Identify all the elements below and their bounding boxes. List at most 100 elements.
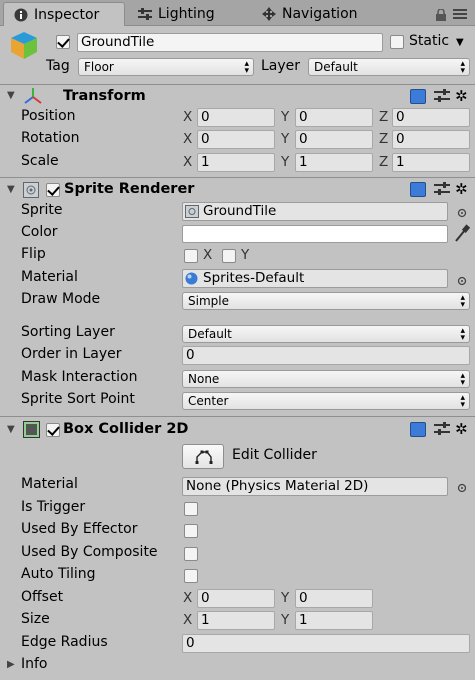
gameobject-name-input[interactable]: GroundTile [77, 33, 383, 52]
transform-foldout-icon[interactable]: ▼ [7, 90, 15, 101]
tag-label: Tag [46, 58, 70, 74]
active-checkbox[interactable] [56, 35, 70, 49]
sprite-renderer-foldout-icon[interactable]: ▼ [7, 184, 15, 195]
object-picker-icon[interactable] [457, 274, 467, 290]
sorting-layer-value: Default [188, 327, 232, 341]
lock-icon[interactable] [436, 8, 446, 25]
used-by-composite-checkbox[interactable] [184, 547, 198, 561]
order-in-layer-label: Order in Layer [21, 346, 122, 362]
navigation-icon [262, 7, 276, 21]
flip-x-checkbox[interactable] [184, 249, 198, 263]
size-label: Size [21, 611, 50, 627]
material-value: Sprites-Default [203, 270, 305, 286]
box-collider-foldout-icon[interactable]: ▼ [7, 424, 15, 435]
layer-value: Default [314, 60, 358, 74]
axis-y-label: Y [281, 154, 290, 170]
scale-z-field[interactable]: 1 [392, 153, 470, 172]
preset-icon[interactable] [434, 89, 450, 108]
help-icon[interactable] [410, 89, 426, 104]
used-by-effector-checkbox[interactable] [184, 524, 198, 538]
sprite-sort-point-value: Center [188, 394, 229, 408]
object-picker-icon[interactable] [457, 481, 467, 497]
sprite-label: Sprite [21, 202, 63, 218]
preset-icon[interactable] [434, 422, 450, 441]
dropdown-arrow-icon: ▴ ▾ [460, 393, 465, 410]
mask-interaction-label: Mask Interaction [21, 369, 138, 385]
object-picker-icon[interactable] [457, 206, 467, 222]
rotation-label: Rotation [21, 130, 80, 146]
order-in-layer-field[interactable]: 0 [182, 346, 470, 365]
axis-z-label: Z [379, 131, 389, 147]
sprite-sort-point-label: Sprite Sort Point [21, 391, 135, 407]
color-swatch[interactable] [182, 225, 448, 243]
gear-icon[interactable]: ✲ [455, 180, 468, 198]
edit-collider-button[interactable] [182, 444, 224, 469]
offset-y-field[interactable]: 0 [295, 589, 373, 608]
tab-inspector[interactable]: Inspector [3, 2, 125, 26]
draw-mode-dropdown[interactable]: Simple ▴ ▾ [182, 292, 470, 310]
used-by-composite-label: Used By Composite [21, 544, 158, 560]
position-y-field[interactable]: 0 [295, 108, 373, 127]
flip-label: Flip [21, 246, 46, 262]
box-collider-title: Box Collider 2D [63, 421, 189, 437]
edge-radius-label: Edge Radius [21, 634, 108, 650]
draw-mode-label: Draw Mode [21, 291, 101, 307]
sprite-value: GroundTile [203, 203, 277, 219]
axis-z-label: Z [379, 109, 389, 125]
info-foldout-icon[interactable]: ▶ [7, 659, 15, 670]
material-field[interactable]: Sprites-Default [182, 269, 448, 288]
sprite-renderer-icon [23, 182, 40, 202]
size-x-field[interactable]: 1 [197, 611, 275, 630]
axis-y-label: Y [281, 612, 290, 628]
scale-label: Scale [21, 153, 59, 169]
static-checkbox[interactable] [390, 35, 404, 49]
axis-y-label: Y [281, 131, 290, 147]
scale-x-field[interactable]: 1 [197, 153, 275, 172]
divider [0, 177, 475, 178]
size-y-field[interactable]: 1 [295, 611, 373, 630]
sprite-field[interactable]: GroundTile [182, 202, 448, 221]
auto-tiling-checkbox[interactable] [184, 569, 198, 583]
tag-dropdown[interactable]: Floor ▴ ▾ [78, 58, 254, 76]
box-collider-enabled-checkbox[interactable] [46, 423, 60, 437]
dropdown-arrow-icon: ▴ ▾ [460, 371, 465, 388]
dropdown-arrow-icon: ▴ ▾ [244, 59, 249, 76]
sorting-layer-label: Sorting Layer [21, 324, 115, 340]
rotation-y-field[interactable]: 0 [295, 130, 373, 149]
is-trigger-checkbox[interactable] [184, 502, 198, 516]
collider-material-field[interactable]: None (Physics Material 2D) [182, 477, 448, 496]
axis-z-label: Z [379, 154, 389, 170]
edge-radius-field[interactable]: 0 [182, 634, 470, 653]
eyedropper-icon[interactable] [454, 224, 471, 246]
help-icon[interactable] [410, 182, 426, 197]
layer-dropdown[interactable]: Default ▴ ▾ [308, 58, 470, 76]
box-collider-icon [23, 421, 40, 442]
scale-y-field[interactable]: 1 [295, 153, 373, 172]
rotation-x-field[interactable]: 0 [197, 130, 275, 149]
axis-x-label: X [183, 612, 193, 628]
preset-icon[interactable] [434, 182, 450, 201]
gear-icon[interactable]: ✲ [455, 87, 468, 105]
position-z-field[interactable]: 0 [392, 108, 470, 127]
menu-icon[interactable] [453, 8, 467, 24]
tab-lighting[interactable]: Lighting [138, 2, 248, 26]
tab-navigation[interactable]: Navigation [262, 2, 392, 26]
chevron-down-icon[interactable]: ▼ [456, 37, 464, 48]
sorting-layer-dropdown[interactable]: Default ▴ ▾ [182, 325, 470, 343]
sprite-asset-icon [185, 205, 199, 222]
sprite-sort-point-dropdown[interactable]: Center ▴ ▾ [182, 392, 470, 410]
position-x-field[interactable]: 0 [197, 108, 275, 127]
edit-collider-icon [195, 450, 213, 464]
mask-interaction-dropdown[interactable]: None ▴ ▾ [182, 370, 470, 388]
info-label[interactable]: Info [21, 656, 48, 672]
dropdown-arrow-icon: ▴ ▾ [460, 293, 465, 310]
sprite-renderer-enabled-checkbox[interactable] [46, 183, 60, 197]
dropdown-arrow-icon: ▴ ▾ [460, 59, 465, 76]
offset-x-field[interactable]: 0 [197, 589, 275, 608]
axis-x-label: X [183, 154, 193, 170]
help-icon[interactable] [410, 422, 426, 437]
flip-y-checkbox[interactable] [222, 249, 236, 263]
rotation-z-field[interactable]: 0 [392, 130, 470, 149]
transform-title: Transform [63, 88, 146, 104]
gear-icon[interactable]: ✲ [455, 420, 468, 438]
